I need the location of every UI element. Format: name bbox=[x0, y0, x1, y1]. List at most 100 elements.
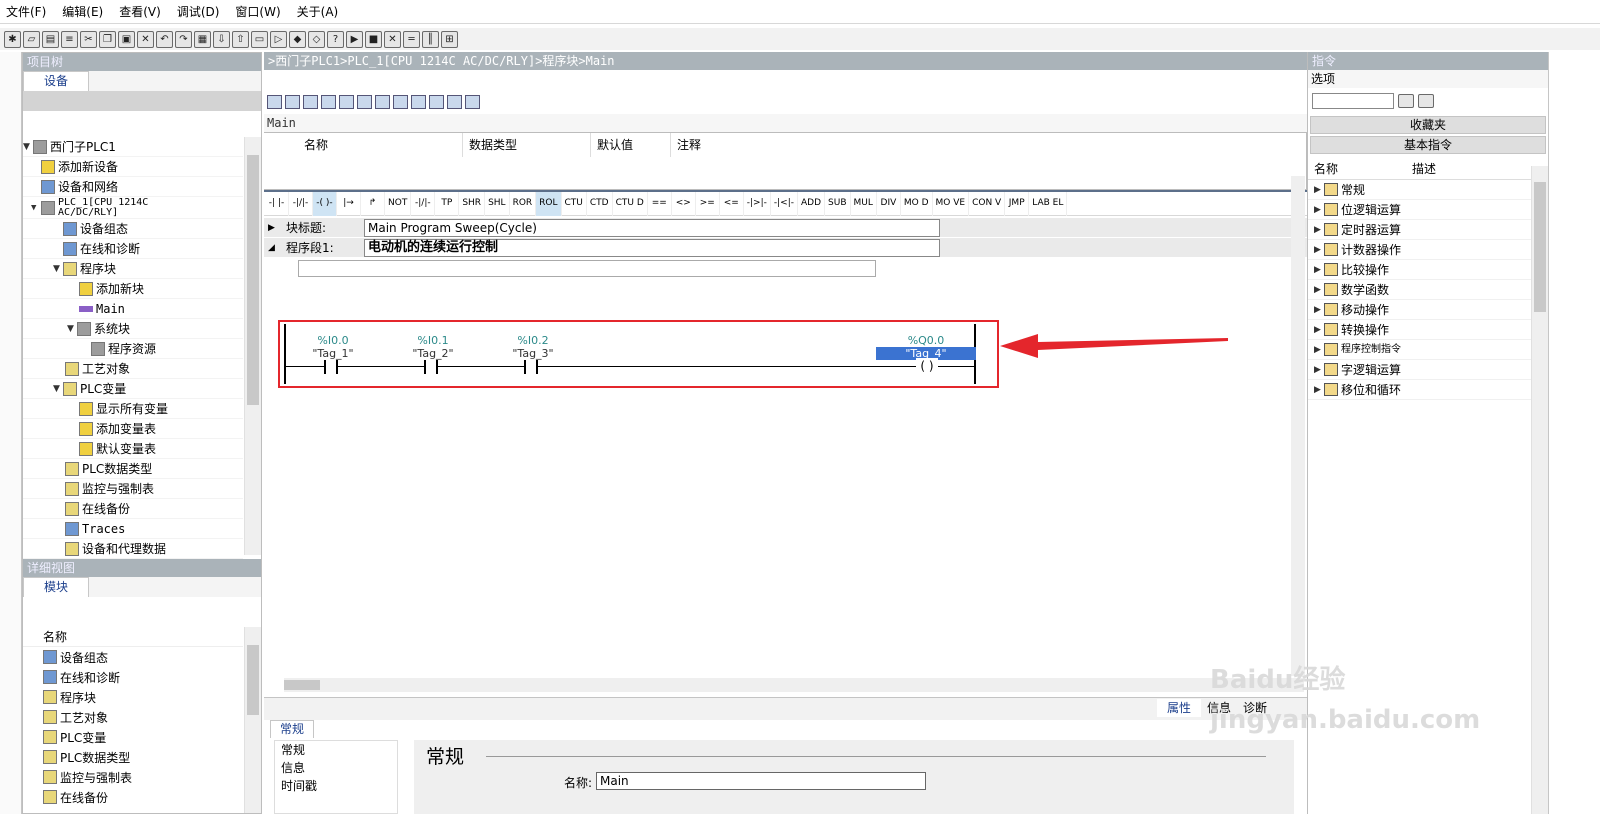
menu-about[interactable]: 关于(A) bbox=[297, 3, 339, 20]
show-favorites-icon[interactable] bbox=[411, 95, 426, 109]
tree-item-main[interactable]: Main bbox=[23, 299, 243, 319]
ladder-tool[interactable]: ROL bbox=[536, 191, 562, 216]
edit-block-icon[interactable] bbox=[465, 95, 480, 109]
ladder-tool[interactable]: <= bbox=[720, 191, 744, 216]
copy-icon[interactable]: ❐ bbox=[99, 30, 116, 48]
tree-item-traces[interactable]: Traces bbox=[23, 519, 243, 539]
detail-row[interactable]: PLC变量 bbox=[23, 727, 243, 747]
tree-item-system-blocks[interactable]: ▼ 系统块 bbox=[23, 319, 243, 339]
paste-icon[interactable]: ▣ bbox=[118, 30, 135, 48]
collapse-icon[interactable]: ◢ bbox=[264, 243, 278, 253]
editor-hscrollbar[interactable] bbox=[284, 678, 1304, 692]
new-project-icon[interactable]: ✱ bbox=[4, 30, 21, 48]
network-1-title-input[interactable]: 电动机的连续运行控制 bbox=[364, 238, 940, 257]
monitor-on-off-icon[interactable] bbox=[447, 95, 462, 109]
delete-network-icon[interactable] bbox=[285, 95, 300, 109]
ladder-tool[interactable]: -( )- bbox=[313, 191, 337, 216]
delete-icon[interactable]: ✕ bbox=[137, 30, 154, 48]
ladder-tool[interactable]: == bbox=[648, 191, 672, 216]
ladder-tool[interactable]: MO D bbox=[901, 191, 933, 216]
contact-3[interactable] bbox=[524, 360, 538, 374]
tree-item-add-tag-table[interactable]: 添加变量表 bbox=[23, 419, 243, 439]
split-vertical-icon[interactable]: ║ bbox=[422, 30, 439, 48]
ladder-tool[interactable]: SHL bbox=[485, 191, 510, 216]
contact-1[interactable] bbox=[324, 360, 338, 374]
online-icon[interactable]: ◆ bbox=[289, 30, 306, 48]
instruction-group-math[interactable]: ▶ 数学函数 bbox=[1308, 280, 1548, 300]
ladder-tool[interactable]: |→ bbox=[337, 191, 361, 216]
nav-general[interactable]: 常规 bbox=[281, 741, 397, 759]
download-icon[interactable]: ⇩ bbox=[213, 30, 230, 48]
ladder-tool[interactable]: ADD bbox=[798, 191, 826, 216]
detail-row[interactable]: 监控与强制表 bbox=[23, 767, 243, 787]
tree-item-device-config[interactable]: 设备组态 bbox=[23, 219, 243, 239]
expand-icon[interactable]: ▶ bbox=[264, 223, 278, 233]
tree-item-devices-networks[interactable]: 设备和网络 bbox=[23, 177, 243, 197]
menu-window[interactable]: 窗口(W) bbox=[235, 3, 280, 20]
cut-icon[interactable]: ✂ bbox=[80, 30, 97, 48]
detail-scrollbar[interactable] bbox=[244, 627, 261, 813]
scroll-thumb[interactable] bbox=[247, 155, 259, 405]
tree-item-plc-root[interactable]: ▼ 西门子PLC1 bbox=[23, 137, 243, 157]
ladder-tool[interactable]: -|>|- bbox=[744, 191, 771, 216]
instruction-group-bit-logic[interactable]: ▶ 位逻辑运算 bbox=[1308, 200, 1548, 220]
block-title-input[interactable]: Main Program Sweep(Cycle) bbox=[364, 218, 940, 237]
nav-timestamp[interactable]: 时间戳 bbox=[281, 777, 397, 795]
insert-row-icon[interactable] bbox=[303, 95, 318, 109]
network-view-icon[interactable]: ⊞ bbox=[441, 30, 458, 48]
ladder-tool[interactable]: -|/|- bbox=[411, 191, 436, 216]
ladder-tool[interactable]: DIV bbox=[877, 191, 901, 216]
tree-item-online-diag[interactable]: 在线和诊断 bbox=[23, 239, 243, 259]
ladder-tool[interactable]: MUL bbox=[851, 191, 877, 216]
tree-item-add-block[interactable]: 添加新块 bbox=[23, 279, 243, 299]
insert-network-icon[interactable] bbox=[267, 95, 282, 109]
coil[interactable]: ( ) bbox=[916, 358, 938, 374]
detail-row[interactable]: 设备组态 bbox=[23, 647, 243, 667]
menu-file[interactable]: 文件(F) bbox=[6, 3, 46, 20]
detail-row[interactable]: 在线备份 bbox=[23, 787, 243, 807]
start-cpu-icon[interactable]: ▶ bbox=[346, 30, 363, 48]
close-icon[interactable]: ✕ bbox=[384, 30, 401, 48]
instruction-group-word-logic[interactable]: ▶ 字逻辑运算 bbox=[1308, 360, 1548, 380]
ladder-tool[interactable]: -| |- bbox=[265, 191, 289, 216]
ladder-tool[interactable]: CTU D bbox=[613, 191, 648, 216]
contact-2[interactable] bbox=[424, 360, 438, 374]
tab-module[interactable]: 模块 bbox=[23, 577, 89, 597]
tree-item-show-all-tags[interactable]: 显示所有变量 bbox=[23, 399, 243, 419]
instruction-group-convert[interactable]: ▶ 转换操作 bbox=[1308, 320, 1548, 340]
ladder-tool[interactable]: <> bbox=[672, 191, 696, 216]
monitor-icon[interactable]: ▭ bbox=[251, 30, 268, 48]
instruction-group-general[interactable]: ▶ 常规 bbox=[1308, 180, 1548, 200]
tab-properties[interactable]: 属性 bbox=[1157, 699, 1202, 717]
instruction-group-counters[interactable]: ▶ 计数器操作 bbox=[1308, 240, 1548, 260]
menu-debug[interactable]: 调试(D) bbox=[177, 3, 220, 20]
ladder-tool[interactable]: ROR bbox=[510, 191, 537, 216]
undo-icon[interactable]: ↶ bbox=[156, 30, 173, 48]
comment-icon[interactable] bbox=[375, 95, 390, 109]
menu-view[interactable]: 查看(V) bbox=[119, 3, 161, 20]
ladder-tool[interactable]: LAB EL bbox=[1029, 191, 1068, 216]
instruction-group-compare[interactable]: ▶ 比较操作 bbox=[1308, 260, 1548, 280]
ladder-tool[interactable]: NOT bbox=[385, 191, 412, 216]
editor-vscrollbar[interactable] bbox=[1291, 176, 1305, 676]
ladder-tool[interactable]: JMP bbox=[1005, 191, 1030, 216]
ladder-tool[interactable]: >= bbox=[696, 191, 720, 216]
tree-item-online-backup[interactable]: 在线备份 bbox=[23, 499, 243, 519]
ladder-tool[interactable]: CON V bbox=[969, 191, 1006, 216]
stop-cpu-icon[interactable]: ■ bbox=[365, 30, 382, 48]
detail-row[interactable]: 工艺对象 bbox=[23, 707, 243, 727]
open-all-networks-icon[interactable] bbox=[339, 95, 354, 109]
name-input[interactable]: Main bbox=[596, 772, 926, 790]
favorites-bar[interactable]: 收藏夹 bbox=[1310, 116, 1546, 134]
ladder-tool[interactable]: CTD bbox=[587, 191, 613, 216]
tree-item-plc-datatypes[interactable]: PLC数据类型 bbox=[23, 459, 243, 479]
basic-instructions-bar[interactable]: 基本指令 bbox=[1310, 136, 1546, 154]
instruction-search-input[interactable] bbox=[1312, 93, 1394, 109]
detail-row[interactable]: 在线和诊断 bbox=[23, 667, 243, 687]
scroll-thumb[interactable] bbox=[247, 645, 259, 715]
ladder-tool[interactable]: SHR bbox=[459, 191, 486, 216]
network-comment-input[interactable] bbox=[298, 260, 876, 277]
tree-item-tech-objects[interactable]: 工艺对象 bbox=[23, 359, 243, 379]
filter-icon[interactable] bbox=[1418, 94, 1434, 108]
close-all-networks-icon[interactable] bbox=[357, 95, 372, 109]
